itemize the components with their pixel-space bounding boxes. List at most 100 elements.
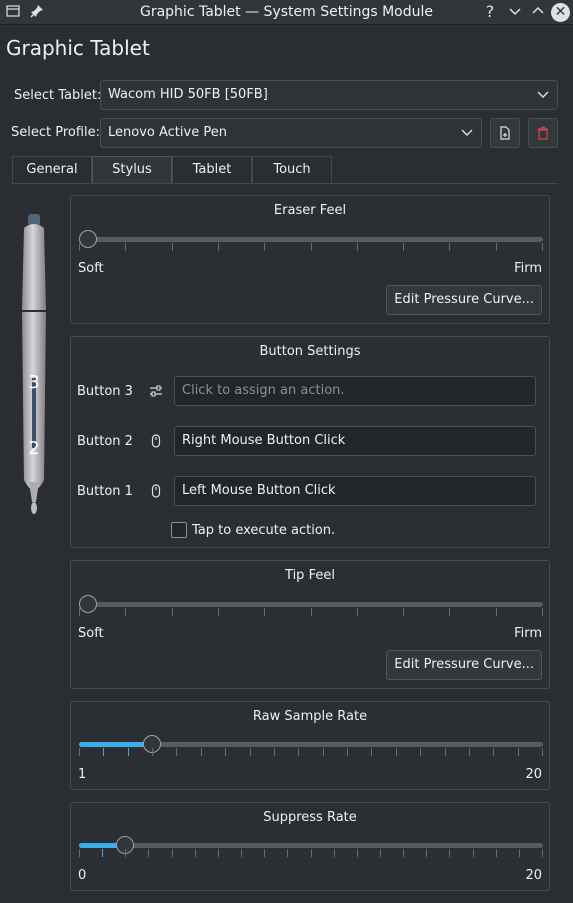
slider-tick: [542, 849, 543, 857]
slider-tick: [496, 849, 497, 857]
slider-tick: [469, 748, 470, 756]
maximize-icon[interactable]: [530, 4, 546, 20]
slider-tick: [152, 748, 153, 756]
button-settings-group: Button Settings Button 3 Click to assign…: [70, 336, 550, 548]
tip-feel-min-label: Soft: [78, 626, 104, 641]
delete-profile-button[interactable]: [528, 118, 558, 148]
slider-tick: [264, 243, 265, 251]
select-profile-label: Select Profile:: [11, 125, 101, 140]
tap-to-execute-checkbox[interactable]: [171, 522, 187, 538]
mouse-icon: [149, 434, 163, 451]
tip-edit-pressure-curve-button[interactable]: Edit Pressure Curve...: [386, 650, 542, 680]
slider-tick: [496, 608, 497, 616]
stylus-illustration: 3 2: [16, 210, 52, 520]
slider-tick: [420, 748, 421, 756]
help-icon[interactable]: ?: [482, 4, 498, 20]
slider-tick: [311, 243, 312, 251]
slider-ticks: [79, 849, 543, 857]
slider-tick: [172, 849, 173, 857]
suppress-rate-max-label: 20: [525, 868, 542, 883]
slider-tick: [79, 748, 80, 756]
slider-tick: [496, 243, 497, 251]
tab-tablet[interactable]: Tablet: [172, 156, 252, 184]
slider-tick: [542, 243, 543, 251]
add-profile-button[interactable]: [490, 118, 520, 148]
slider-tick: [311, 608, 312, 616]
slider-tick: [542, 748, 543, 756]
eraser-edit-pressure-curve-button[interactable]: Edit Pressure Curve...: [386, 285, 542, 315]
button-3-label: Button 3: [77, 384, 133, 399]
slider-ticks: [79, 243, 543, 251]
page-title: Graphic Tablet: [6, 36, 150, 60]
button-2-action-field[interactable]: Right Mouse Button Click: [174, 426, 536, 456]
slider-tick: [176, 748, 177, 756]
slider-tick: [403, 608, 404, 616]
slider-tick: [218, 243, 219, 251]
tablet-select[interactable]: Wacom HID 50FB [50FB]: [100, 80, 558, 110]
slider-tick: [493, 748, 494, 756]
slider-tick: [403, 849, 404, 857]
slider-tick: [396, 748, 397, 756]
slider-tick: [264, 608, 265, 616]
slider-tick: [449, 243, 450, 251]
raw-sample-rate-min-label: 1: [78, 767, 87, 782]
sliders-icon: [149, 384, 163, 401]
button-3-action-placeholder: Click to assign an action.: [182, 383, 345, 398]
trash-icon: [536, 126, 550, 144]
suppress-rate-min-label: 0: [78, 868, 87, 883]
tablet-select-value: Wacom HID 50FB [50FB]: [108, 87, 268, 102]
slider-tick: [218, 608, 219, 616]
slider-tick: [518, 748, 519, 756]
eraser-feel-max-label: Firm: [514, 261, 542, 276]
new-document-icon: [498, 126, 512, 144]
slider-tick: [264, 849, 265, 857]
eraser-feel-title: Eraser Feel: [273, 203, 347, 218]
slider-tick: [519, 849, 520, 857]
chevron-down-icon: [537, 81, 549, 119]
slider-tick: [334, 849, 335, 857]
profile-select[interactable]: Lenovo Active Pen: [100, 118, 482, 148]
button-3-action-field[interactable]: Click to assign an action.: [174, 376, 536, 406]
slider-tick: [445, 748, 446, 756]
tab-general[interactable]: General: [12, 156, 92, 184]
tab-stylus[interactable]: Stylus: [92, 156, 172, 184]
tip-feel-group: Tip Feel Soft Firm Edit Pressure Curve..…: [70, 560, 550, 689]
button-settings-title: Button Settings: [259, 344, 361, 359]
tap-to-execute-label: Tap to execute action.: [192, 523, 336, 538]
slider-groove: [79, 602, 543, 607]
slider-tick: [241, 849, 242, 857]
slider-tick: [403, 243, 404, 251]
profile-select-value: Lenovo Active Pen: [108, 125, 227, 140]
close-icon[interactable]: ✕: [551, 3, 570, 22]
button-1-action-field[interactable]: Left Mouse Button Click: [174, 476, 536, 506]
window-titlebar: Graphic Tablet — System Settings Module …: [0, 0, 573, 25]
tip-feel-max-label: Firm: [514, 626, 542, 641]
slider-groove: [79, 237, 543, 242]
slider-tick: [542, 608, 543, 616]
slider-tick: [148, 849, 149, 857]
slider-tick: [225, 748, 226, 756]
slider-ticks: [79, 608, 543, 616]
slider-tick: [473, 849, 474, 857]
button-2-label: Button 2: [77, 434, 133, 449]
slider-tick: [102, 849, 103, 857]
slider-tick: [274, 748, 275, 756]
button-1-label: Button 1: [77, 484, 133, 499]
slider-fill: [79, 742, 153, 747]
slider-tick: [357, 243, 358, 251]
slider-tick: [380, 849, 381, 857]
tab-touch[interactable]: Touch: [252, 156, 332, 184]
slider-ticks: [79, 748, 543, 756]
slider-tick: [449, 849, 450, 857]
minimize-icon[interactable]: [507, 4, 523, 20]
slider-tick: [218, 849, 219, 857]
slider-tick: [347, 748, 348, 756]
chevron-down-icon: [461, 119, 473, 157]
eraser-feel-group: Eraser Feel Soft Firm Edit Pressure Curv…: [70, 195, 550, 324]
slider-tick: [357, 849, 358, 857]
pen-button-3-marker: 3: [28, 372, 39, 393]
raw-sample-rate-max-label: 20: [525, 767, 542, 782]
slider-tick: [287, 849, 288, 857]
slider-tick: [449, 608, 450, 616]
slider-tick: [128, 748, 129, 756]
